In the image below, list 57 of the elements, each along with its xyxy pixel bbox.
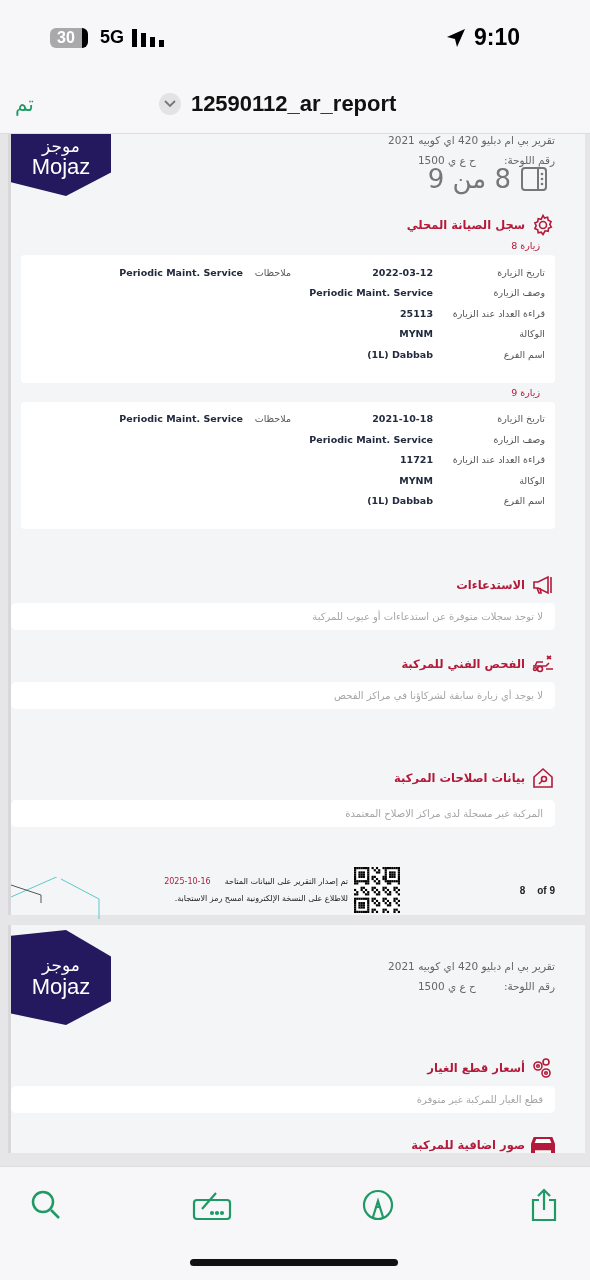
field-label: تاريخ الزيارة: [496, 413, 545, 425]
field-label: وصف الزيارة: [492, 287, 545, 299]
message-box: لا توجد سجلات متوفرة عن استدعاءات أو عيوب للمركبة: [11, 603, 555, 630]
page-total: of 9: [537, 884, 555, 896]
field-value: 2021-10-18: [371, 413, 433, 425]
field-label: ملاحظات: [253, 413, 291, 425]
section-title: صور اضافية للمركبة: [411, 1138, 525, 1152]
plate-number: ح ع ي 1500: [417, 980, 476, 992]
field-label: ملاحظات: [253, 266, 291, 278]
field-value: (1L) Dabbab: [366, 348, 433, 360]
megaphone-icon: [531, 573, 555, 597]
message-box: المركبة غير مسجلة لدى مراكز الاصلاح المعتمدة: [11, 800, 555, 827]
network-label: 5G: [100, 27, 124, 48]
field-value: 25113: [398, 307, 433, 319]
visit-heading: زيارة 9: [510, 386, 540, 398]
field-label: الوكالة: [518, 328, 545, 340]
location-arrow-icon: [445, 27, 466, 48]
field-label: وصف الزيارة: [492, 433, 545, 445]
plate-label: رقم اللوحة:: [503, 980, 555, 992]
gear-icon: [531, 213, 555, 237]
signal-icon: [132, 28, 164, 47]
field-label: اسم الفرع: [502, 348, 545, 360]
field-label: قراءة العداد عند الزيارة: [451, 307, 545, 319]
section-title: سجل الصيانة المحلي: [406, 218, 525, 232]
report-title: تقرير بي ام دبليو 420 اي كوبيه 2021: [388, 134, 555, 146]
field-label: الوكالة: [518, 474, 545, 486]
footer-text: تم إصدار التقرير على البيانات المتاحة: [224, 877, 348, 886]
message-box: قطع الغيار للمركبة غير متوفرة: [11, 1086, 555, 1113]
message-box: لا يوجد أي زيارة سابقة لشركاؤنا في مراكز الفحص: [11, 682, 555, 709]
field-label: اسم الفرع: [502, 495, 545, 507]
clock: 9:10: [473, 24, 520, 51]
issue-date: 2025-10-16: [164, 877, 211, 886]
field-value: MYNM: [398, 328, 433, 340]
footer-text: للاطلاع على النسخة الإلكترونية امسح رمز الاستجابة.: [173, 894, 348, 903]
field-value: Periodic Maint. Service: [118, 413, 244, 425]
battery-level: 30: [50, 27, 88, 48]
section-title: الاستدعاءات: [456, 578, 525, 592]
field-value: (1L) Dabbab: [366, 495, 433, 507]
field-value: MYNM: [398, 474, 433, 486]
field-value: Periodic Maint. Service: [118, 266, 244, 278]
document-title-button[interactable]: 12590112_ar_report: [158, 91, 397, 117]
report-title: تقرير بي ام دبليو 420 اي كوبيه 2021: [388, 960, 555, 972]
field-value: 11721: [398, 454, 433, 466]
section-title: بيانات اصلاحات المركبة: [394, 771, 525, 785]
field-label: قراءة العداد عند الزيارة: [451, 454, 545, 466]
section-title: أسعار قطع الغيار: [427, 1061, 525, 1075]
visit-heading: زيارة 8: [510, 240, 540, 251]
chevron-down-icon: [163, 100, 176, 108]
page-number: 8: [519, 884, 526, 896]
sidebar-icon[interactable]: [521, 167, 547, 191]
section-title: الفحص الفني للمركبة: [401, 657, 525, 671]
field-value: 2022-03-12: [371, 266, 433, 278]
field-value: Periodic Maint. Service: [308, 287, 433, 299]
field-label: تاريخ الزيارة: [496, 266, 545, 278]
house-wrench-icon: [531, 766, 555, 790]
plate-label: رقم اللوحة:: [503, 154, 555, 166]
field-value: Periodic Maint. Service: [308, 433, 433, 445]
